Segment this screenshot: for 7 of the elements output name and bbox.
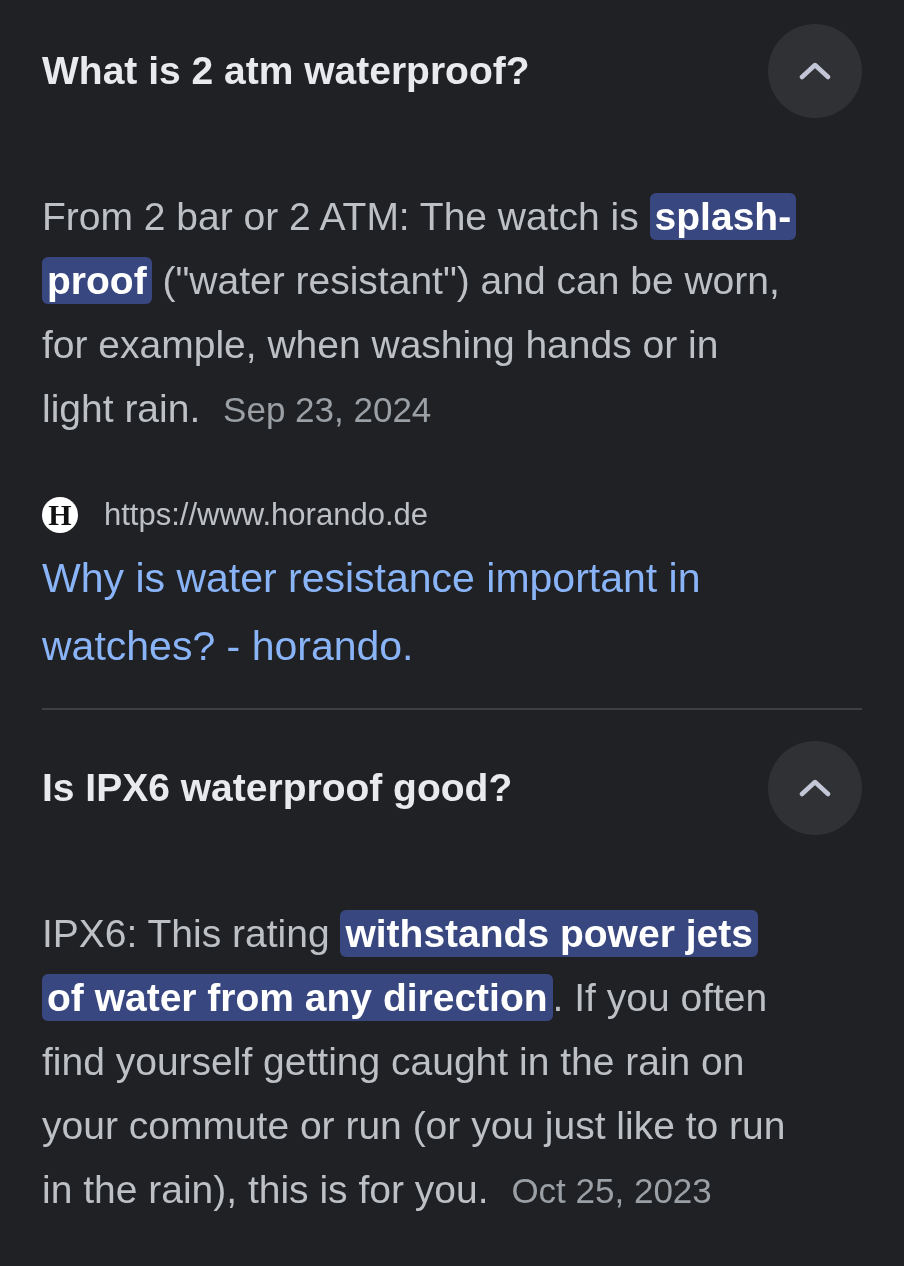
answer-text: IPX6: This rating withstands power jets of water from any direction. If you often find yourself getting caught in the rain on your commute or run (or you just like to run in the rain), this is for you. Oct 25, 2023	[42, 909, 787, 1213]
faq-question: What is 2 atm waterproof?	[42, 48, 530, 94]
source-link[interactable]: Why is water resistance important in watches? - horando.	[42, 544, 862, 680]
faq-question: Is IPX6 waterproof good?	[42, 765, 513, 811]
answer-text: From 2 bar or 2 ATM: The watch is splash-proof ("water resistant") and can be worn, for example, when washing hands or in light rain. Sep 23, 2024	[42, 185, 799, 442]
source-url: https://www.horando.de	[104, 497, 428, 533]
site-favicon: H	[42, 497, 78, 533]
